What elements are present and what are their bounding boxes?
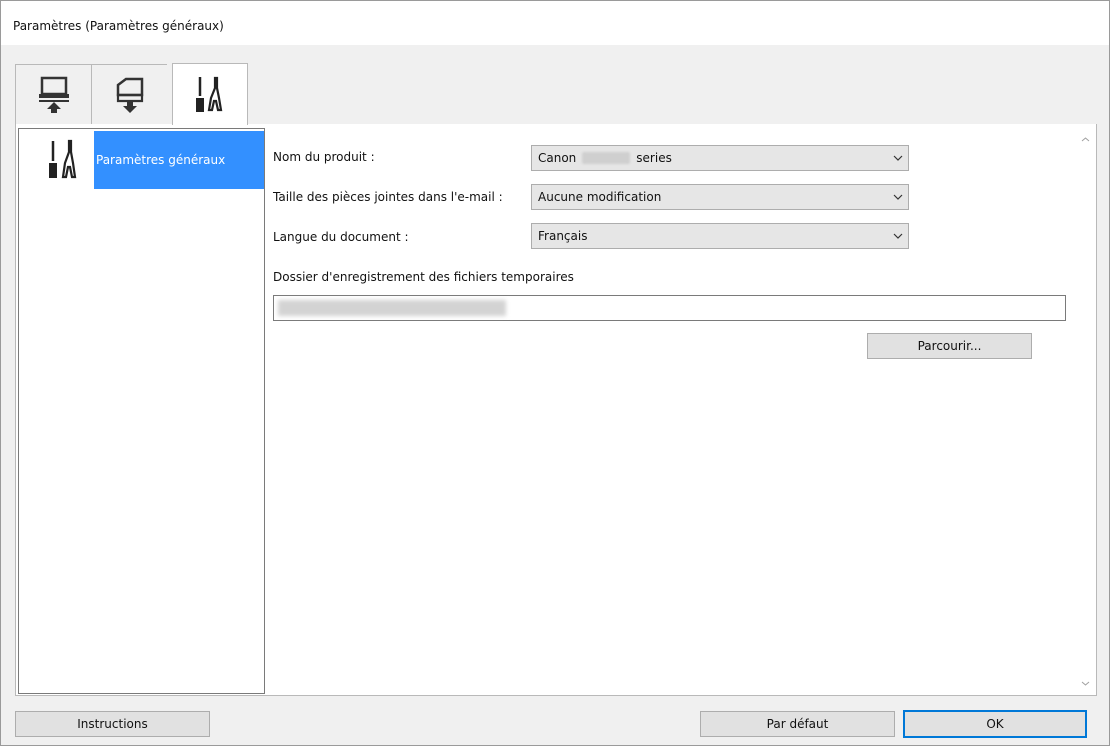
scanner-download-icon <box>116 77 143 113</box>
window-title: Paramètres (Paramètres généraux) <box>13 19 224 33</box>
restore-defaults-button[interactable]: Par défaut <box>700 711 895 737</box>
scroll-up-icon[interactable] <box>1080 134 1090 144</box>
tab-scan-from-panel[interactable] <box>91 64 167 124</box>
vertical-scrollbar[interactable] <box>1076 128 1094 694</box>
ok-button[interactable]: OK <box>903 710 1087 738</box>
product-name-prefix: Canon <box>538 151 577 165</box>
redacted-folder-path <box>278 300 506 316</box>
temp-folder-label: Dossier d'enregistrement des fichiers te… <box>273 270 574 284</box>
computer-upload-icon <box>38 76 69 113</box>
browse-button[interactable]: Parcourir... <box>867 333 1032 359</box>
redacted-model <box>582 152 631 164</box>
document-language-label: Langue du document : <box>273 230 409 244</box>
tab-general-settings[interactable] <box>172 63 248 125</box>
document-language-value: Français <box>538 229 588 243</box>
sidebar-item-icon <box>43 137 83 183</box>
product-name-suffix: series <box>636 151 672 165</box>
scroll-down-icon[interactable] <box>1080 678 1090 688</box>
product-name-select[interactable]: Canon series <box>531 145 909 171</box>
attachment-size-label: Taille des pièces jointes dans l'e-mail … <box>273 190 503 204</box>
sidebar-item-label: Paramètres généraux <box>96 153 226 167</box>
attachment-size-select[interactable]: Aucune modification <box>531 184 909 210</box>
tab-scan-from-computer[interactable] <box>15 64 91 124</box>
tools-icon <box>196 76 223 112</box>
product-name-label: Nom du produit : <box>273 150 375 164</box>
instructions-button[interactable]: Instructions <box>15 711 210 737</box>
chevron-down-icon <box>888 148 908 168</box>
chevron-down-icon <box>888 226 908 246</box>
settings-sidebar: Paramètres généraux <box>18 128 265 694</box>
sidebar-item-general-settings[interactable]: Paramètres généraux <box>94 131 264 189</box>
attachment-size-value: Aucune modification <box>538 190 662 204</box>
chevron-down-icon <box>888 187 908 207</box>
title-bar: Paramètres (Paramètres généraux) <box>1 1 1109 45</box>
temp-folder-input[interactable] <box>273 295 1066 321</box>
document-language-select[interactable]: Français <box>531 223 909 249</box>
tools-icon <box>49 139 77 179</box>
